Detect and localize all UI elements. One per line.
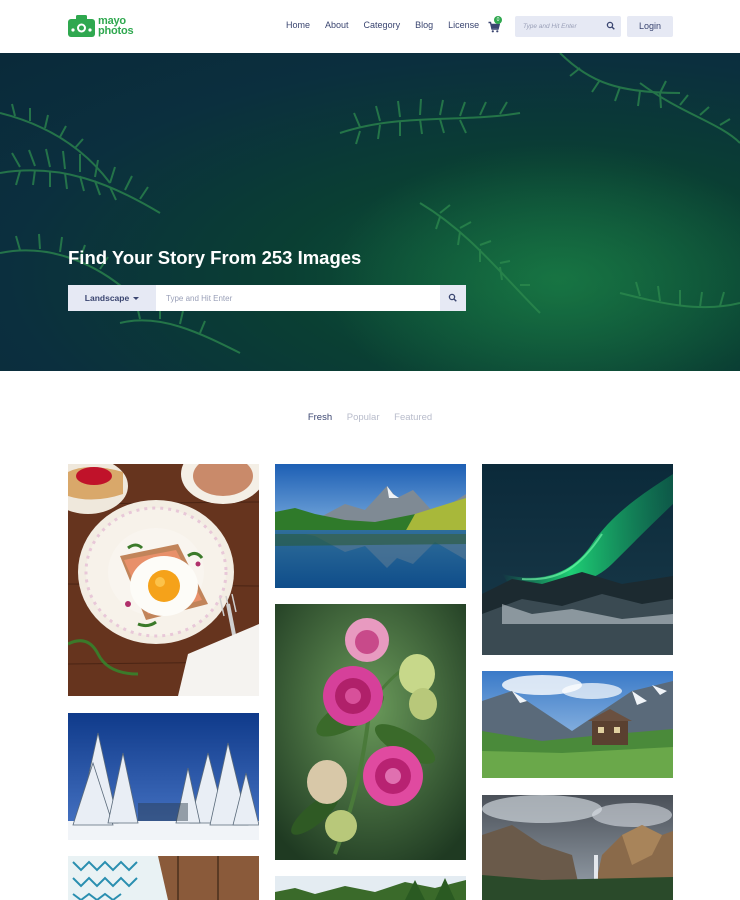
nav-home[interactable]: Home bbox=[286, 20, 310, 30]
photo-cabin-image bbox=[482, 671, 673, 778]
hero-title: Find Your Story From 253 Images bbox=[68, 247, 362, 268]
photo-northern-lights[interactable] bbox=[482, 464, 673, 655]
photo-mountain-lake-reflection[interactable] bbox=[275, 464, 466, 588]
camera-logo-icon bbox=[68, 15, 95, 37]
photo-breakfast-image bbox=[68, 464, 259, 696]
photo-snowy-forest-image bbox=[68, 713, 259, 840]
photo-mountain-cabin-meadow[interactable] bbox=[482, 671, 673, 778]
caret-down-icon bbox=[133, 297, 140, 301]
tab-featured[interactable]: Featured bbox=[394, 412, 432, 423]
logo-line-2: photos bbox=[98, 25, 134, 37]
hero-banner: Find Your Story From 253 Images Landscap… bbox=[0, 53, 740, 371]
photo-breakfast-egg-toast[interactable] bbox=[68, 464, 259, 696]
photo-mountain-lake-image bbox=[275, 464, 466, 588]
header-search-input[interactable] bbox=[523, 16, 603, 37]
photo-waterfall-image bbox=[482, 795, 673, 900]
photo-pink-roses-bouquet[interactable] bbox=[275, 604, 466, 860]
cart-count-badge: 0 bbox=[494, 16, 502, 24]
nav-blog[interactable]: Blog bbox=[415, 20, 433, 30]
photo-knitted-fabric-on-wood[interactable] bbox=[68, 856, 259, 900]
hero-search-bar: Landscape bbox=[68, 285, 466, 311]
logo-text: mayo photos bbox=[98, 16, 134, 37]
category-dropdown-label: Landscape bbox=[84, 293, 130, 303]
search-icon[interactable] bbox=[606, 21, 616, 31]
nav-about[interactable]: About bbox=[325, 20, 349, 30]
cart-button[interactable]: 0 bbox=[488, 16, 504, 33]
photo-snowy-pine-forest[interactable] bbox=[68, 713, 259, 840]
category-dropdown[interactable]: Landscape bbox=[68, 285, 156, 311]
photo-waterfall-cliffs[interactable] bbox=[482, 795, 673, 900]
hero-foliage-background bbox=[0, 53, 740, 371]
site-header: mayo photos Home About Category Blog Lic… bbox=[0, 0, 740, 53]
search-icon bbox=[448, 293, 457, 302]
photo-aurora-image bbox=[482, 464, 673, 655]
tab-fresh[interactable]: Fresh bbox=[308, 412, 332, 423]
login-button[interactable]: Login bbox=[627, 16, 673, 37]
nav-category[interactable]: Category bbox=[364, 20, 401, 30]
photo-forest-treeline[interactable] bbox=[275, 876, 466, 900]
photo-roses-image bbox=[275, 604, 466, 860]
nav-license[interactable]: License bbox=[448, 20, 479, 30]
hero-search-button[interactable] bbox=[440, 285, 466, 311]
gallery-tabs: Fresh Popular Featured bbox=[0, 412, 740, 423]
logo[interactable]: mayo photos bbox=[68, 15, 134, 37]
photo-forest-image bbox=[275, 876, 466, 900]
photo-fabric-image bbox=[68, 856, 259, 900]
tab-popular[interactable]: Popular bbox=[347, 412, 380, 423]
hero-search-input[interactable] bbox=[166, 285, 436, 311]
main-nav: Home About Category Blog License bbox=[286, 20, 494, 30]
header-search bbox=[515, 16, 621, 37]
